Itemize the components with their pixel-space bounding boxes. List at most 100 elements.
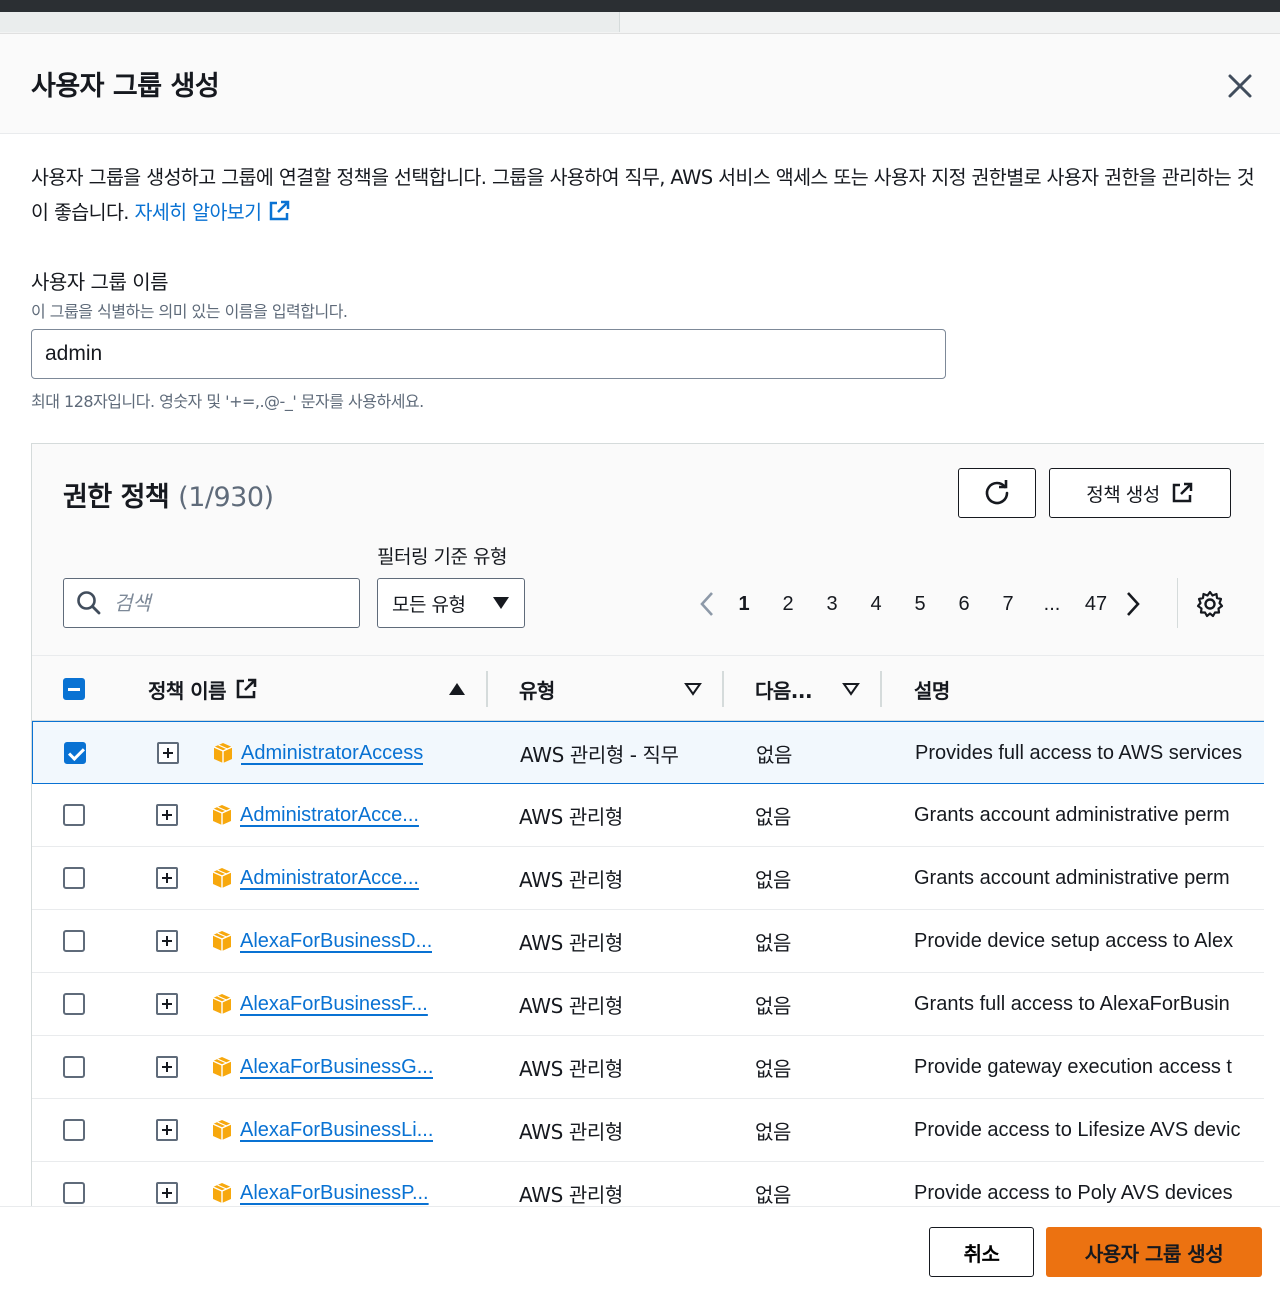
policy-name-cell: AlexaForBusinessLi... — [210, 1099, 455, 1161]
refresh-button[interactable] — [958, 468, 1036, 518]
expand-row-icon[interactable] — [157, 742, 179, 764]
column-description[interactable]: 설명 — [914, 656, 950, 722]
group-name-constraint: 최대 128자입니다. 영숫자 및 '+=,.@-_' 문자를 사용하세요. — [31, 392, 424, 411]
policy-name-link[interactable]: AlexaForBusinessD... — [240, 930, 432, 953]
external-link-icon — [270, 200, 290, 221]
table-row[interactable]: AdministratorAccess AWS 관리형 - 직무 없음 Provide… — [32, 721, 1264, 784]
sort-icon[interactable] — [684, 682, 702, 696]
row-checkbox[interactable] — [63, 1182, 85, 1204]
close-button[interactable] — [1220, 66, 1260, 106]
row-select-cell — [63, 973, 89, 1035]
policy-description-cell: Provide device setup access to Alex — [914, 929, 1234, 952]
policy-type-cell: AWS 관리형 — [519, 993, 623, 1018]
row-checkbox[interactable] — [63, 993, 85, 1015]
row-checkbox[interactable] — [63, 1056, 85, 1078]
create-policy-label[interactable]: 정책 생성 — [1086, 480, 1160, 507]
table-row[interactable]: AdministratorAcce... AWS 관리형 없음 Grants acco… — [32, 784, 1264, 847]
create-group-button[interactable]: 사용자 그룹 생성 — [1046, 1227, 1262, 1277]
modal-footer: 취소 사용자 그룹 생성 — [0, 1206, 1280, 1296]
policy-type-cell: AWS 관리형 — [519, 804, 623, 829]
filter-type-label: 필터링 기준 유형 — [377, 546, 507, 568]
column-separator — [722, 671, 724, 707]
policy-next-cell: 없음 — [755, 993, 791, 1018]
policy-next-cell: 없음 — [755, 804, 791, 829]
expand-row-icon[interactable] — [156, 867, 178, 889]
table-row[interactable]: AdministratorAcce... AWS 관리형 없음 Grants acco… — [32, 847, 1264, 910]
column-next[interactable]: 다음... — [755, 656, 885, 722]
row-select-cell — [64, 722, 90, 784]
row-select-cell — [63, 910, 89, 972]
policy-name-link[interactable]: AlexaForBusinessG... — [240, 1056, 433, 1079]
policy-name-link[interactable]: AlexaForBusinessP... — [240, 1182, 429, 1205]
row-checkbox[interactable] — [63, 1119, 85, 1141]
managed-policy-icon — [212, 805, 232, 825]
policy-type-cell: AWS 관리형 — [519, 1056, 623, 1081]
page-3[interactable]: 3 — [810, 593, 854, 616]
column-policy-name-label[interactable]: 정책 이름 — [148, 675, 227, 704]
column-type-label[interactable]: 유형 — [519, 675, 555, 704]
policies-title: 권한 정책 (1/930) — [63, 475, 274, 514]
page-47[interactable]: 47 — [1074, 593, 1118, 616]
group-name-input[interactable] — [31, 329, 946, 379]
expand-row-icon[interactable] — [156, 930, 178, 952]
page-1[interactable]: 1 — [722, 593, 766, 616]
managed-policy-icon — [212, 994, 232, 1014]
sort-icon[interactable] — [842, 682, 860, 696]
learn-more-label[interactable]: 자세히 알아보기 — [135, 201, 263, 224]
policy-name-cell: AlexaForBusinessD... — [210, 910, 455, 972]
policy-next-cell: 없음 — [755, 930, 791, 955]
row-checkbox[interactable] — [63, 930, 85, 952]
cancel-button[interactable]: 취소 — [929, 1227, 1034, 1277]
column-next-label[interactable]: 다음... — [755, 675, 813, 704]
sort-ascending-icon[interactable] — [448, 682, 466, 696]
column-description-label[interactable]: 설명 — [914, 675, 950, 704]
policy-name-link[interactable]: AlexaForBusinessF... — [240, 993, 428, 1016]
policy-name-link[interactable]: AlexaForBusinessLi... — [240, 1119, 433, 1142]
group-name-label: 사용자 그룹 이름 — [31, 270, 169, 294]
page-5[interactable]: 5 — [898, 593, 942, 616]
close-icon[interactable] — [1220, 66, 1260, 106]
type-filter-value[interactable]: 모든 유형 — [392, 590, 466, 617]
expand-row-icon[interactable] — [156, 1056, 178, 1078]
gear-icon — [1196, 590, 1224, 618]
next-page-button[interactable] — [1118, 584, 1148, 624]
row-checkbox[interactable] — [64, 742, 86, 764]
refresh-icon — [985, 480, 1009, 505]
create-policy-button[interactable]: 정책 생성 — [1049, 468, 1231, 518]
select-all-checkbox[interactable] — [63, 678, 85, 700]
expand-row-icon[interactable] — [156, 1119, 178, 1141]
type-filter-select[interactable]: 모든 유형 — [377, 578, 525, 628]
column-type[interactable]: 유형 — [519, 656, 729, 722]
managed-policy-icon — [212, 931, 232, 951]
policy-next-cell: 없음 — [756, 742, 792, 767]
policy-type-cell: AWS 관리형 — [519, 930, 623, 955]
table-row[interactable]: AlexaForBusinessG... AWS 관리형 없음 Provide gat… — [32, 1036, 1264, 1099]
table-row[interactable]: AlexaForBusinessLi... AWS 관리형 없음 Provide ac… — [32, 1099, 1264, 1162]
policies-title-text: 권한 정책 — [63, 482, 170, 513]
prev-page-button[interactable] — [692, 584, 722, 624]
page-4[interactable]: 4 — [854, 593, 898, 616]
table-row[interactable]: AlexaForBusinessD... AWS 관리형 없음 Provide dev… — [32, 910, 1264, 973]
page-7[interactable]: 7 — [986, 593, 1030, 616]
learn-more-link[interactable]: 자세히 알아보기 — [135, 200, 292, 224]
column-policy-name[interactable]: 정책 이름 — [148, 656, 488, 722]
page-2[interactable]: 2 — [766, 593, 810, 616]
page-6[interactable]: 6 — [942, 593, 986, 616]
policy-name-link[interactable]: AdministratorAccess — [241, 742, 423, 765]
expand-row-icon[interactable] — [156, 993, 178, 1015]
policy-name-link[interactable]: AdministratorAcce... — [240, 867, 419, 890]
table-row[interactable]: AlexaForBusinessF... AWS 관리형 없음 Grants full… — [32, 973, 1264, 1036]
search-input[interactable] — [114, 591, 334, 615]
managed-policy-icon — [213, 743, 233, 763]
expand-row-icon[interactable] — [156, 804, 178, 826]
row-checkbox[interactable] — [63, 804, 85, 826]
search-box[interactable] — [63, 578, 360, 628]
row-expand-cell — [156, 973, 180, 1035]
table-settings-button[interactable] — [1195, 589, 1225, 619]
row-expand-cell — [156, 1036, 180, 1098]
policy-next-cell: 없음 — [755, 867, 791, 892]
policies-count: (1/930) — [178, 482, 274, 513]
row-checkbox[interactable] — [63, 867, 85, 889]
policy-name-link[interactable]: AdministratorAcce... — [240, 804, 419, 827]
expand-row-icon[interactable] — [156, 1182, 178, 1204]
